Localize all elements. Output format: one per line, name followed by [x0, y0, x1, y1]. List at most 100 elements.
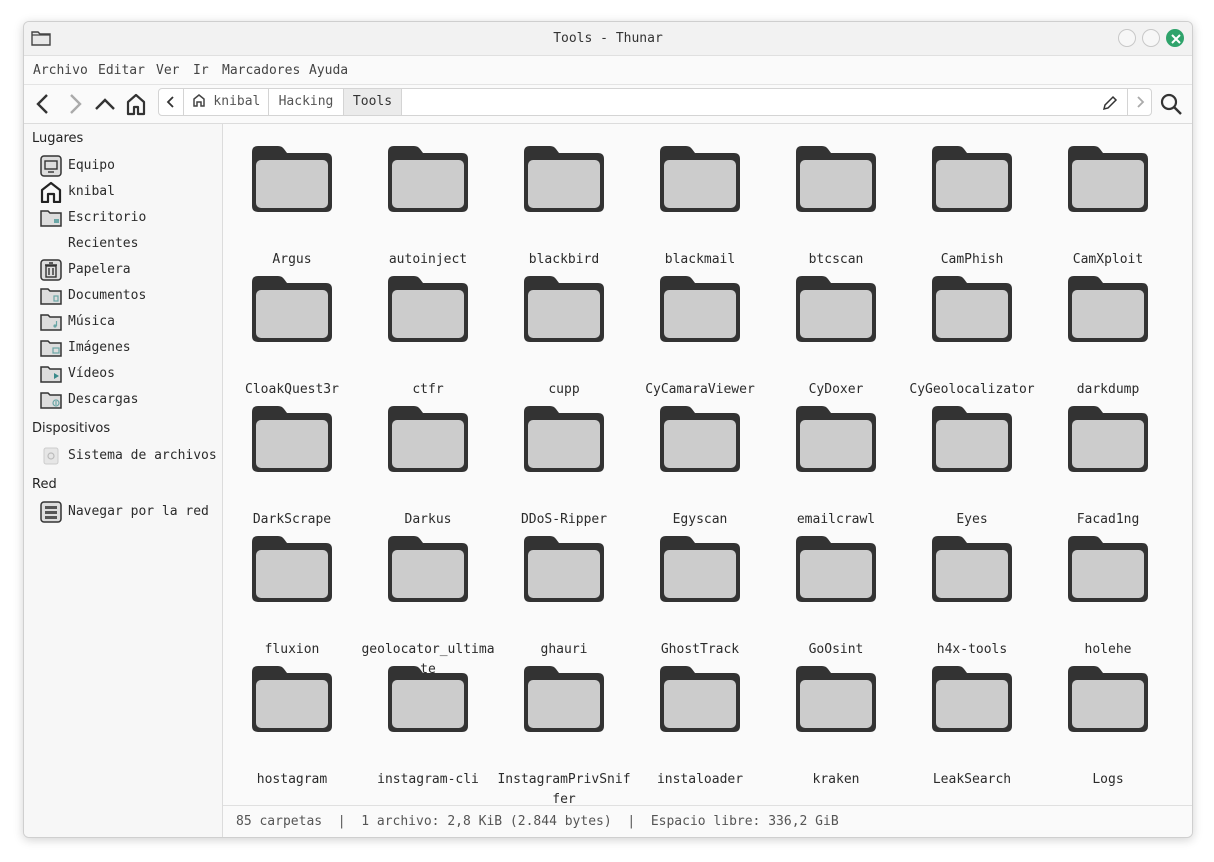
folder-item[interactable]: CamXploit	[1040, 144, 1176, 267]
sidebar-header-dispositivos: Dispositivos	[32, 421, 111, 436]
folder-label: InstagramPrivSniffer	[497, 772, 631, 804]
minimize-button[interactable]	[1118, 29, 1136, 47]
folder-item[interactable]: Egyscan	[632, 404, 768, 527]
folder-icon	[1066, 144, 1150, 214]
menu-ir[interactable]: Ir	[193, 63, 209, 78]
path-crumb-tools[interactable]: Tools	[344, 89, 402, 115]
folder-item[interactable]: h4x-tools	[904, 534, 1040, 657]
folder-label: CamPhish	[940, 252, 1004, 267]
location-bar[interactable]: knibal Hacking Tools	[158, 88, 1152, 116]
folder-item[interactable]: DDoS-Ripper	[496, 404, 632, 527]
folder-icon	[250, 274, 334, 344]
pictures-folder-icon	[40, 340, 62, 357]
folder-label: instagram-cli	[377, 772, 479, 787]
menu-marcadores[interactable]: Marcadores	[222, 63, 300, 78]
folder-item[interactable]: cupp	[496, 274, 632, 397]
sidebar-item-label: Descargas	[68, 392, 139, 407]
folder-icon	[522, 404, 606, 474]
folder-icon	[1066, 664, 1150, 734]
folder-item[interactable]: instagram-cli	[360, 664, 496, 787]
folder-item[interactable]: Darkus	[360, 404, 496, 527]
folder-icon	[658, 144, 742, 214]
folder-label: fluxion	[264, 642, 320, 657]
folder-icon	[1066, 274, 1150, 344]
home-icon	[40, 181, 62, 203]
path-crumb-hacking[interactable]: Hacking	[269, 89, 344, 115]
sidebar: Lugares Equipo knibal Escritorio Recient…	[24, 124, 223, 837]
folder-item[interactable]: kraken	[768, 664, 904, 787]
search-icon[interactable]	[1159, 92, 1183, 116]
folder-item[interactable]: btcscan	[768, 144, 904, 267]
folder-label: hostagram	[256, 772, 328, 787]
folder-icon	[930, 664, 1014, 734]
folder-item[interactable]: CyDoxer	[768, 274, 904, 397]
folder-item[interactable]: Logs	[1040, 664, 1176, 787]
toolbar: knibal Hacking Tools	[24, 85, 1192, 124]
path-scroll-left[interactable]	[159, 89, 184, 115]
maximize-button[interactable]	[1142, 29, 1160, 47]
folder-label: darkdump	[1076, 382, 1140, 397]
folder-item[interactable]: geolocator_ultimate	[360, 534, 496, 677]
documents-folder-icon	[40, 288, 62, 305]
folder-item[interactable]: LeakSearch	[904, 664, 1040, 787]
folder-item[interactable]: emailcrawl	[768, 404, 904, 527]
folder-item[interactable]: CamPhish	[904, 144, 1040, 267]
back-icon[interactable]	[32, 92, 56, 116]
computer-icon	[40, 155, 62, 177]
menu-ayuda[interactable]: Ayuda	[309, 63, 348, 78]
folder-item[interactable]: blackbird	[496, 144, 632, 267]
folder-label: Egyscan	[672, 512, 728, 527]
folder-label: Eyes	[956, 512, 988, 527]
close-button[interactable]	[1166, 29, 1184, 47]
home-icon[interactable]	[124, 92, 148, 116]
folder-item[interactable]: CyCamaraViewer	[632, 274, 768, 397]
folder-icon	[386, 274, 470, 344]
title-bar[interactable]: Tools - Thunar	[24, 22, 1192, 56]
folder-item[interactable]: InstagramPrivSniffer	[496, 664, 632, 804]
folder-item[interactable]: Argus	[224, 144, 360, 267]
folder-label: GhostTrack	[660, 642, 740, 657]
desktop-folder-icon	[40, 210, 62, 227]
forward-icon[interactable]	[62, 92, 86, 116]
folder-label: h4x-tools	[936, 642, 1008, 657]
folder-item[interactable]: fluxion	[224, 534, 360, 657]
folder-icon	[522, 274, 606, 344]
downloads-folder-icon	[40, 392, 62, 409]
folder-item[interactable]: ctfr	[360, 274, 496, 397]
sidebar-header-lugares: Lugares	[32, 131, 84, 146]
path-crumb-home[interactable]: knibal	[184, 89, 269, 115]
folder-icon	[658, 664, 742, 734]
network-icon	[40, 501, 62, 523]
folder-item[interactable]: blackmail	[632, 144, 768, 267]
folder-item[interactable]: instaloader	[632, 664, 768, 787]
status-bar: 85 carpetas | 1 archivo: 2,8 KiB (2.844 …	[223, 805, 1192, 837]
folder-label: holehe	[1084, 642, 1132, 657]
folder-item[interactable]: CyGeolocalizator	[904, 274, 1040, 397]
folder-label: CloakQuest3r	[245, 382, 339, 397]
folder-item[interactable]: Eyes	[904, 404, 1040, 527]
sidebar-item-label: Imágenes	[68, 340, 131, 355]
folder-label: Facad1ng	[1076, 512, 1140, 527]
folder-icon	[794, 664, 878, 734]
folder-label: CyGeolocalizator	[909, 382, 1035, 397]
chevron-left-icon	[166, 96, 174, 108]
edit-location-icon[interactable]	[1102, 95, 1118, 111]
folder-item[interactable]: DarkScrape	[224, 404, 360, 527]
folder-item[interactable]: ghauri	[496, 534, 632, 657]
folder-item[interactable]: CloakQuest3r	[224, 274, 360, 397]
folder-item[interactable]: hostagram	[224, 664, 360, 787]
folder-item[interactable]: darkdump	[1040, 274, 1176, 397]
folder-icon	[930, 534, 1014, 604]
folder-icon	[522, 144, 606, 214]
folder-item[interactable]: holehe	[1040, 534, 1176, 657]
menu-ver[interactable]: Ver	[156, 63, 179, 78]
folder-item[interactable]: GoOsint	[768, 534, 904, 657]
folder-label: emailcrawl	[796, 512, 876, 527]
menu-editar[interactable]: Editar	[98, 63, 145, 78]
folder-item[interactable]: autoinject	[360, 144, 496, 267]
menu-archivo[interactable]: Archivo	[33, 63, 88, 78]
folder-item[interactable]: Facad1ng	[1040, 404, 1176, 527]
up-icon[interactable]	[93, 92, 117, 116]
path-scroll-right[interactable]	[1127, 89, 1152, 115]
folder-item[interactable]: GhostTrack	[632, 534, 768, 657]
